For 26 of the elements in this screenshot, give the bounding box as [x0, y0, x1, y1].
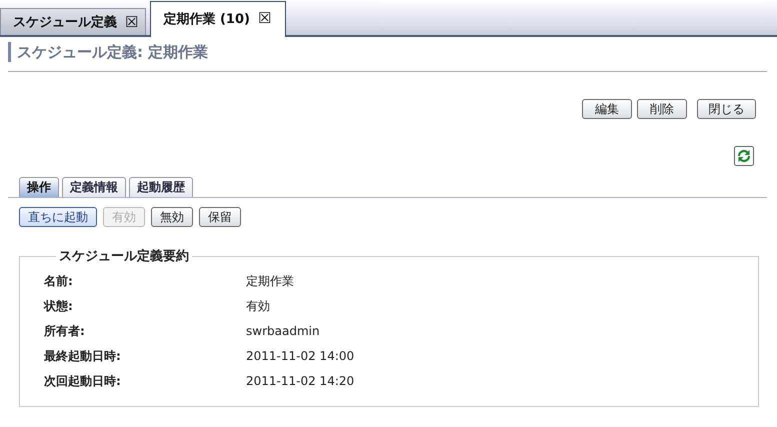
tab[interactable]: 起動履歴 [129, 177, 193, 197]
button[interactable]: 削除 [637, 99, 687, 119]
field-label: 最終起動日時: [44, 348, 122, 365]
refresh-icon[interactable] [734, 146, 754, 166]
tab[interactable]: 操作 [19, 177, 59, 197]
field-label: 次回起動日時: [44, 373, 122, 390]
close-icon[interactable]: ☒ [125, 14, 138, 30]
close-icon[interactable]: ☒ [258, 11, 272, 26]
field-value: 定期作業 [246, 273, 295, 290]
tab[interactable]: 定期作業 (10) ☒ [150, 1, 286, 37]
panel-legend: スケジュール定義要約 [56, 247, 192, 265]
field-value: 有効 [246, 298, 271, 315]
field-label: 所有者: [44, 323, 86, 340]
button[interactable]: 閉じる [697, 99, 756, 119]
field-label: 名前: [44, 273, 74, 290]
button[interactable]: 保留 [199, 207, 241, 227]
button[interactable]: 編集 [582, 99, 632, 119]
field-value: 2011-11-02 14:00 [246, 348, 356, 365]
tab[interactable]: スケジュール定義 ☒ [0, 8, 146, 35]
field-value: 2011-11-02 14:20 [246, 373, 356, 390]
page-title: スケジュール定義: 定期作業 [8, 42, 767, 62]
field-value: swrbaadmin [246, 323, 321, 340]
button[interactable]: 無効 [151, 207, 193, 227]
field-label: 状態: [44, 298, 74, 315]
button[interactable]: 直ちに起動 [19, 207, 97, 227]
tab[interactable]: 定義情報 [62, 177, 126, 197]
